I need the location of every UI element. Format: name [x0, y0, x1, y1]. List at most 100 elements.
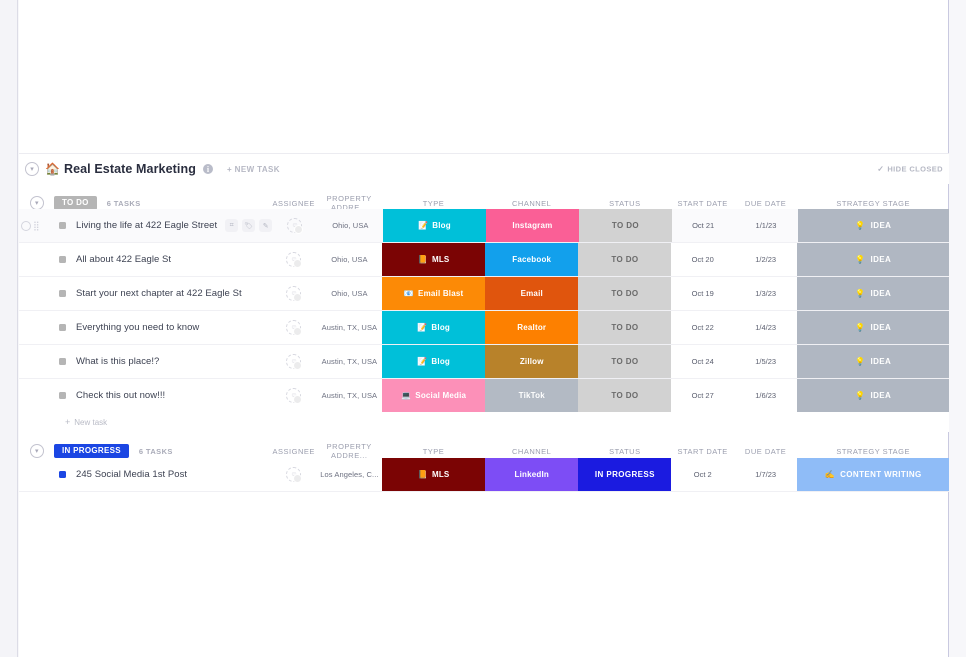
info-icon[interactable]: i: [202, 164, 213, 174]
column-header-status[interactable]: STATUS: [578, 199, 671, 208]
type-cell[interactable]: 📝 Blog: [382, 345, 486, 378]
task-status-square[interactable]: [59, 392, 66, 399]
task-status-square[interactable]: [59, 256, 66, 263]
task-name-cell[interactable]: Start your next chapter at 422 Eagle St: [19, 277, 271, 310]
type-cell[interactable]: 📝 Blog: [383, 209, 486, 242]
assignee-cell[interactable]: ☺: [272, 209, 318, 242]
column-header-strategy-stage[interactable]: STRATEGY STAGE: [797, 447, 949, 456]
column-header-channel[interactable]: CHANNEL: [485, 447, 578, 456]
task-title[interactable]: What is this place!?: [76, 356, 159, 367]
due-date-cell[interactable]: 1/5/23: [734, 345, 797, 378]
add-assignee-icon[interactable]: ☺: [286, 320, 303, 336]
type-cell[interactable]: 📧 Email Blast: [382, 277, 486, 310]
task-status-square[interactable]: [59, 222, 66, 229]
property-address-cell[interactable]: Ohio, USA: [318, 209, 383, 242]
property-address-cell[interactable]: Ohio, USA: [317, 277, 382, 310]
add-assignee-icon[interactable]: ☺: [286, 388, 303, 404]
type-cell[interactable]: 📝 Blog: [382, 311, 486, 344]
column-header-start-date[interactable]: START DATE: [671, 447, 733, 456]
type-cell[interactable]: 💻 Social Media: [382, 379, 486, 412]
hide-closed-toggle[interactable]: ✓ HIDE CLOSED: [877, 165, 943, 174]
add-new-task-todo[interactable]: + New task: [19, 412, 949, 432]
column-header-type[interactable]: TYPE: [382, 447, 485, 456]
property-address-cell[interactable]: Austin, TX, USA: [317, 379, 382, 412]
status-cell[interactable]: TO DO: [578, 209, 672, 242]
assignee-cell[interactable]: ☺: [271, 243, 317, 276]
task-name-cell[interactable]: ⣿ Living the life at 422 Eagle Street ⌗ …: [19, 209, 273, 242]
collapse-group-inprogress-chevron-icon[interactable]: ▾: [30, 444, 44, 458]
add-assignee-icon[interactable]: ☺: [286, 467, 303, 483]
status-cell[interactable]: IN PROGRESS: [578, 458, 672, 491]
due-date-cell[interactable]: 1/2/23: [734, 243, 797, 276]
channel-cell[interactable]: Facebook: [485, 243, 579, 276]
channel-cell[interactable]: TikTok: [485, 379, 579, 412]
task-title[interactable]: Start your next chapter at 422 Eagle St: [76, 288, 242, 299]
strategy-stage-cell[interactable]: 💡 IDEA: [797, 379, 949, 412]
task-title[interactable]: Everything you need to know: [76, 322, 199, 333]
assignee-cell[interactable]: ☺: [271, 311, 317, 344]
table-row[interactable]: 245 Social Media 1st Post ☺ Los Angeles,…: [19, 458, 949, 492]
channel-cell[interactable]: Zillow: [485, 345, 579, 378]
strategy-stage-cell[interactable]: 💡 IDEA: [797, 209, 950, 242]
column-header-assignee[interactable]: ASSIGNEE: [271, 199, 317, 208]
column-header-start-date[interactable]: START DATE: [671, 199, 733, 208]
column-header-type[interactable]: TYPE: [382, 199, 485, 208]
channel-cell[interactable]: Realtor: [485, 311, 579, 344]
collapse-list-chevron-icon[interactable]: ▾: [25, 162, 39, 176]
channel-cell[interactable]: Instagram: [485, 209, 579, 242]
property-address-cell[interactable]: Austin, TX, USA: [317, 311, 382, 344]
start-date-cell[interactable]: Oct 2: [671, 458, 733, 491]
task-status-square[interactable]: [59, 290, 66, 297]
group-status-badge-inprogress[interactable]: IN PROGRESS: [54, 444, 129, 458]
assignee-cell[interactable]: ☺: [271, 277, 317, 310]
status-cell[interactable]: TO DO: [578, 345, 672, 378]
start-date-cell[interactable]: Oct 24: [671, 345, 733, 378]
task-title[interactable]: Check this out now!!!: [76, 390, 165, 401]
status-cell[interactable]: TO DO: [578, 243, 672, 276]
due-date-cell[interactable]: 1/6/23: [734, 379, 797, 412]
task-title[interactable]: All about 422 Eagle St: [76, 254, 171, 265]
status-cell[interactable]: TO DO: [578, 311, 672, 344]
task-name-cell[interactable]: All about 422 Eagle St: [19, 243, 271, 276]
type-cell[interactable]: 📙 MLS: [382, 243, 486, 276]
property-address-cell[interactable]: Los Angeles, C...: [317, 458, 382, 491]
assignee-cell[interactable]: ☺: [271, 458, 317, 491]
task-status-square[interactable]: [59, 471, 66, 478]
strategy-stage-cell[interactable]: ✍️ CONTENT WRITING: [797, 458, 949, 491]
drag-handle-icon[interactable]: ⣿: [33, 221, 40, 230]
assignee-cell[interactable]: ☺: [271, 345, 317, 378]
task-name-cell[interactable]: What is this place!?: [19, 345, 271, 378]
channel-cell[interactable]: LinkedIn: [485, 458, 579, 491]
task-title[interactable]: 245 Social Media 1st Post: [76, 469, 187, 480]
strategy-stage-cell[interactable]: 💡 IDEA: [797, 277, 949, 310]
type-cell[interactable]: 📙 MLS: [382, 458, 486, 491]
group-status-badge-todo[interactable]: TO DO: [54, 196, 97, 210]
column-header-strategy-stage[interactable]: STRATEGY STAGE: [797, 199, 949, 208]
due-date-cell[interactable]: 1/7/23: [734, 458, 797, 491]
add-assignee-icon[interactable]: ☺: [286, 252, 303, 268]
table-row[interactable]: Check this out now!!! ☺ Austin, TX, USA …: [19, 379, 949, 413]
column-header-assignee[interactable]: ASSIGNEE: [271, 447, 317, 456]
table-row[interactable]: What is this place!? ☺ Austin, TX, USA 📝…: [19, 345, 949, 379]
strategy-stage-cell[interactable]: 💡 IDEA: [797, 243, 949, 276]
column-header-status[interactable]: STATUS: [578, 447, 671, 456]
channel-cell[interactable]: Email: [485, 277, 579, 310]
task-status-square[interactable]: [59, 358, 66, 365]
start-date-cell[interactable]: Oct 20: [671, 243, 733, 276]
table-row[interactable]: Start your next chapter at 422 Eagle St …: [19, 277, 949, 311]
task-name-cell[interactable]: Check this out now!!!: [19, 379, 271, 412]
table-row[interactable]: All about 422 Eagle St ☺ Ohio, USA 📙 MLS …: [19, 243, 949, 277]
add-assignee-icon[interactable]: ☺: [286, 286, 303, 302]
column-header-due-date[interactable]: DUE DATE: [734, 199, 797, 208]
task-name-cell[interactable]: 245 Social Media 1st Post: [19, 458, 271, 491]
start-date-cell[interactable]: Oct 21: [672, 209, 734, 242]
add-assignee-icon[interactable]: ☺: [286, 354, 303, 370]
assignee-cell[interactable]: ☺: [271, 379, 317, 412]
due-date-cell[interactable]: 1/1/23: [734, 209, 797, 242]
add-assignee-icon[interactable]: ☺: [287, 218, 304, 234]
strategy-stage-cell[interactable]: 💡 IDEA: [797, 345, 949, 378]
task-status-square[interactable]: [59, 324, 66, 331]
new-task-button[interactable]: + NEW TASK: [227, 165, 280, 174]
collapse-group-todo-chevron-icon[interactable]: ▾: [30, 196, 44, 210]
property-address-cell[interactable]: Ohio, USA: [317, 243, 382, 276]
